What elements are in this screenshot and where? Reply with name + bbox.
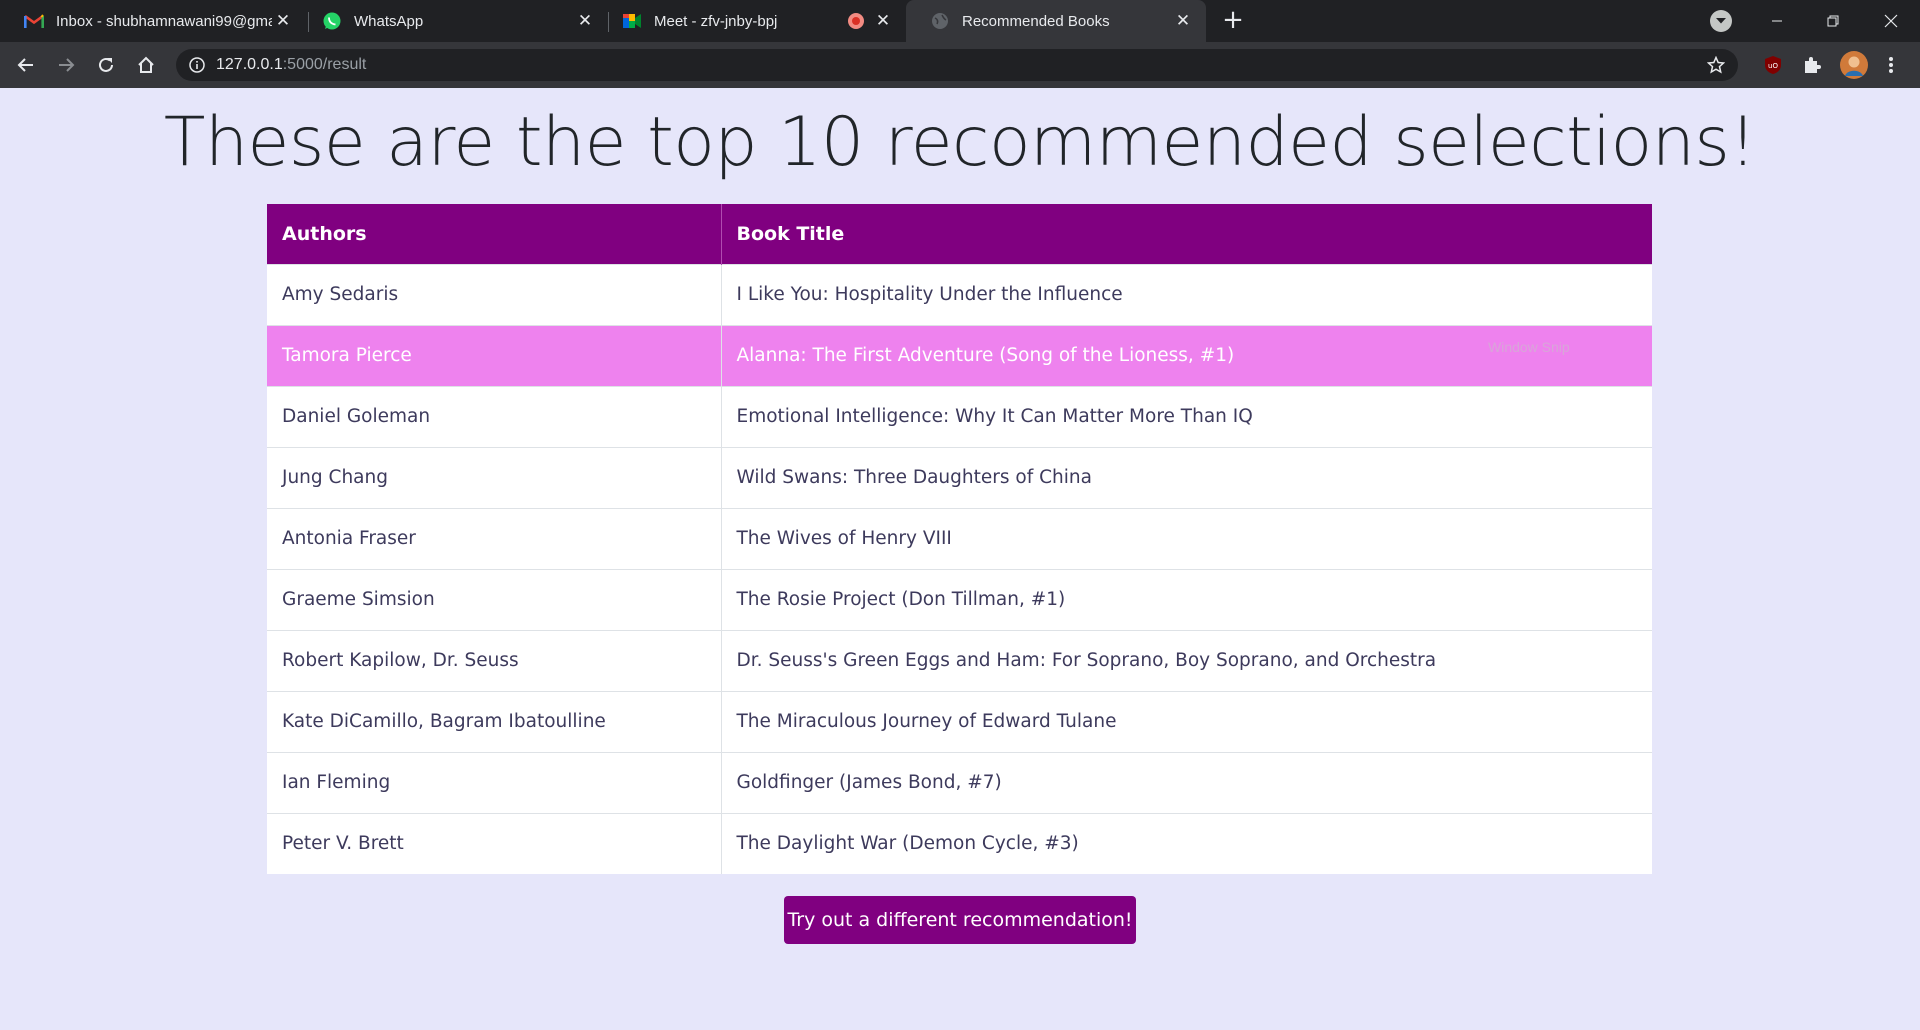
table-row: Jung Chang Wild Swans: Three Daughters o… <box>267 446 1652 508</box>
address-bar[interactable]: 127.0.0.1:5000/result <box>176 49 1738 81</box>
book-title-cell: Dr. Seuss's Green Eggs and Ham: For Sopr… <box>721 629 1652 691</box>
svg-text:uO: uO <box>1768 62 1778 70</box>
back-icon[interactable] <box>10 49 42 81</box>
recommendations-table: Authors Book Title Amy Sedaris I Like Yo… <box>267 204 1652 874</box>
book-title-cell: The Rosie Project (Don Tillman, #1) <box>721 568 1652 630</box>
url-text: 127.0.0.1:5000/result <box>216 56 366 74</box>
author-cell: Peter V. Brett <box>267 812 722 874</box>
book-title-cell: Wild Swans: Three Daughters of China <box>721 446 1652 508</box>
author-cell: Ian Fleming <box>267 751 722 813</box>
book-title-cell: Alanna: The First Adventure (Song of the… <box>721 324 1652 386</box>
author-cell: Antonia Fraser <box>267 507 722 569</box>
book-title-cell: I Like You: Hospitality Under the Influe… <box>721 263 1652 325</box>
page-content: These are the top 10 recommended selecti… <box>0 88 1920 1030</box>
url-host: 127.0.0.1 <box>216 56 283 73</box>
author-cell: Graeme Simsion <box>267 568 722 630</box>
extensions-puzzle-icon[interactable] <box>1801 54 1823 76</box>
book-title-cell: Goldfinger (James Bond, #7) <box>721 751 1652 813</box>
menu-kebab-icon[interactable] <box>1880 54 1902 76</box>
tab-gmail[interactable]: Inbox - shubhamnawani99@gma ✕ <box>0 0 306 42</box>
forward-icon[interactable] <box>50 49 82 81</box>
home-icon[interactable] <box>130 49 162 81</box>
table-row: Amy Sedaris I Like You: Hospitality Unde… <box>267 263 1652 325</box>
whatsapp-icon <box>322 11 342 31</box>
tab-strip: Inbox - shubhamnawani99@gma ✕ WhatsApp ✕… <box>0 0 1920 42</box>
author-cell: Robert Kapilow, Dr. Seuss <box>267 629 722 691</box>
globe-icon <box>930 11 950 31</box>
tab-title: Meet - zfv-jnby-bpj <box>654 12 778 30</box>
meet-icon <box>622 11 642 31</box>
author-cell: Daniel Goleman <box>267 385 722 447</box>
tab-recommended-books[interactable]: Recommended Books ✕ <box>906 0 1206 42</box>
column-header-book-title: Book Title <box>721 204 1652 264</box>
tab-meet[interactable]: Meet - zfv-jnby-bpj ✕ <box>598 0 906 42</box>
window-snip-watermark: Window Snip <box>1488 339 1570 355</box>
table-row: Antonia Fraser The Wives of Henry VIII <box>267 507 1652 569</box>
book-title-cell: The Daylight War (Demon Cycle, #3) <box>721 812 1652 874</box>
reload-icon[interactable] <box>90 49 122 81</box>
author-cell: Kate DiCamillo, Bagram Ibatoulline <box>267 690 722 752</box>
avatar[interactable] <box>1840 51 1868 79</box>
table-row: Kate DiCamillo, Bagram Ibatoulline The M… <box>267 690 1652 752</box>
url-path: :5000/result <box>282 56 367 73</box>
tab-title: Recommended Books <box>962 12 1110 30</box>
table-row: Robert Kapilow, Dr. Seuss Dr. Seuss's Gr… <box>267 629 1652 691</box>
gmail-icon <box>24 11 44 31</box>
different-recommendation-button[interactable]: Try out a different recommendation! <box>784 896 1136 944</box>
table-row: Daniel Goleman Emotional Intelligence: W… <box>267 385 1652 447</box>
table-row-highlighted: Tamora Pierce Alanna: The First Adventur… <box>267 324 1652 386</box>
browser-toolbar: 127.0.0.1:5000/result uO <box>0 42 1920 88</box>
tab-whatsapp[interactable]: WhatsApp ✕ <box>298 0 608 42</box>
book-title-cell: Emotional Intelligence: Why It Can Matte… <box>721 385 1652 447</box>
book-title-cell: The Miraculous Journey of Edward Tulane <box>721 690 1652 752</box>
table-row: Peter V. Brett The Daylight War (Demon C… <box>267 812 1652 874</box>
close-tab-icon[interactable]: ✕ <box>1172 10 1194 32</box>
table-row: Ian Fleming Goldfinger (James Bond, #7) <box>267 751 1652 813</box>
close-tab-icon[interactable]: ✕ <box>574 10 596 32</box>
tab-search-icon[interactable] <box>1710 10 1732 32</box>
restore-icon[interactable] <box>1810 0 1856 42</box>
ublock-icon[interactable]: uO <box>1762 54 1784 76</box>
close-window-icon[interactable] <box>1868 0 1914 42</box>
close-tab-icon[interactable]: ✕ <box>872 10 894 32</box>
book-title-cell: The Wives of Henry VIII <box>721 507 1652 569</box>
minimize-icon[interactable] <box>1754 0 1800 42</box>
new-tab-icon[interactable]: + <box>1218 6 1248 36</box>
column-header-authors: Authors <box>267 204 722 264</box>
tab-title: WhatsApp <box>354 12 424 30</box>
table-header-row: Authors Book Title <box>267 204 1652 264</box>
info-icon[interactable] <box>188 56 206 74</box>
bookmark-star-icon[interactable] <box>1706 55 1726 75</box>
close-tab-icon[interactable]: ✕ <box>272 10 294 32</box>
page-title: These are the top 10 recommended selecti… <box>163 103 1757 182</box>
tab-title: Inbox - shubhamnawani99@gma <box>56 12 272 30</box>
author-cell: Tamora Pierce <box>267 324 722 386</box>
table-row: Graeme Simsion The Rosie Project (Don Ti… <box>267 568 1652 630</box>
author-cell: Amy Sedaris <box>267 263 722 325</box>
author-cell: Jung Chang <box>267 446 722 508</box>
recording-icon <box>848 13 864 29</box>
